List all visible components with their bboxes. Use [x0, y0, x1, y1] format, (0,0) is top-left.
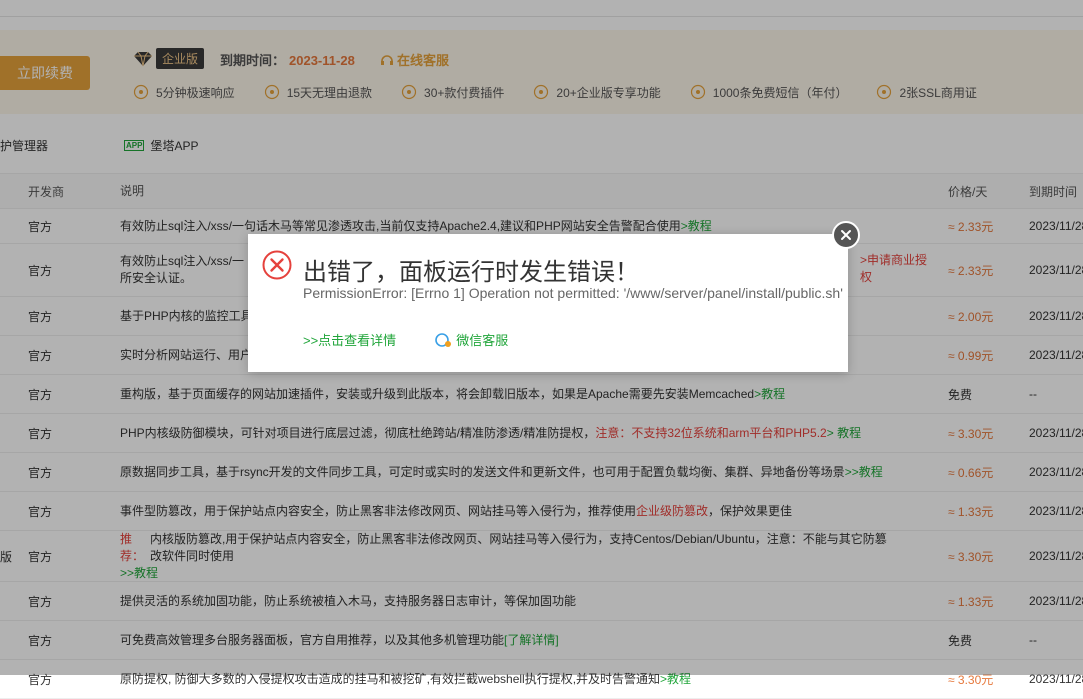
close-dialog-button[interactable]: [832, 221, 860, 249]
wechat-service-link[interactable]: 微信客服: [434, 330, 508, 349]
wechat-service-label: 微信客服: [456, 333, 509, 348]
dialog-message: PermissionError: [Errno 1] Operation not…: [303, 285, 843, 301]
error-dialog: 出错了，面板运行时发生错误！ PermissionError: [Errno 1…: [248, 234, 848, 372]
wechat-service-icon: [435, 332, 452, 347]
dialog-links: >>点击查看详情 微信客服: [303, 330, 508, 349]
view-details-link[interactable]: >>点击查看详情: [303, 330, 396, 349]
error-icon: [262, 250, 292, 280]
close-icon: [841, 230, 851, 240]
